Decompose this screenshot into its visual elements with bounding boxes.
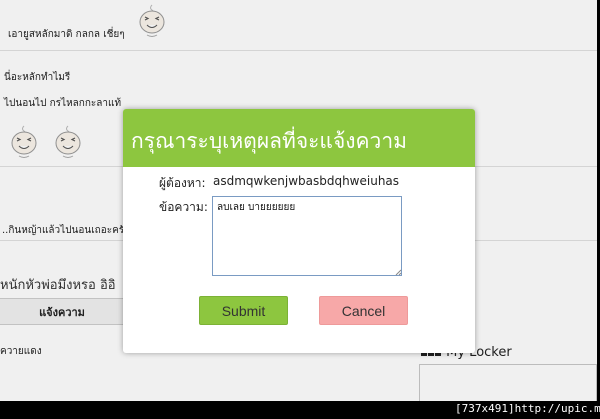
- image-host-caption: [737x491]http://upic.me/: [455, 402, 600, 415]
- tab-report[interactable]: แจ้งความ: [0, 299, 124, 324]
- dialog-header: กรุณาระบุเหตุผลที่จะแจ้งความ: [123, 109, 475, 167]
- grinning-monk-emoticon: [134, 2, 170, 38]
- grinning-monk-emoticon: [50, 123, 86, 159]
- message-label: ข้อความ:: [159, 200, 208, 214]
- resize-grip-icon[interactable]: [394, 268, 402, 276]
- post-text: ..กินหญ้าแล้วไปนอนเถอะครับ: [2, 225, 131, 236]
- page-frame: เอายูสหลักมาดิ กลกล เชี่ยๆ นี่อะหลักทำไม…: [0, 0, 597, 401]
- cancel-button[interactable]: Cancel: [319, 296, 408, 325]
- post-text: ไปนอนไป กรไหลกกะลาแท้: [4, 98, 122, 109]
- post-text: ควายแดง: [0, 346, 42, 357]
- message-field[interactable]: [212, 196, 402, 276]
- locker-box: [419, 364, 597, 401]
- grinning-monk-emoticon: [6, 123, 42, 159]
- post-text: เอายูสหลักมาดิ กลกล เชี่ยๆ: [8, 29, 125, 40]
- recipient-label: ผู้ต้องหา:: [159, 176, 206, 190]
- report-dialog: กรุณาระบุเหตุผลที่จะแจ้งความ ผู้ต้องหา: …: [123, 109, 475, 353]
- divider: [0, 50, 597, 51]
- tabs-bar: แจ้งความ: [0, 298, 124, 325]
- recipient-value: asdmqwkenjwbasbdqhweiuhas: [213, 174, 400, 188]
- submit-button[interactable]: Submit: [199, 296, 288, 325]
- dialog-title: กรุณาระบุเหตุผลที่จะแจ้งความ: [131, 129, 407, 153]
- section-heading: หนักหัวพ่อมึงหรอ อิอิ: [0, 278, 116, 293]
- post-text: นี่อะหลักทำไมรี: [4, 72, 71, 83]
